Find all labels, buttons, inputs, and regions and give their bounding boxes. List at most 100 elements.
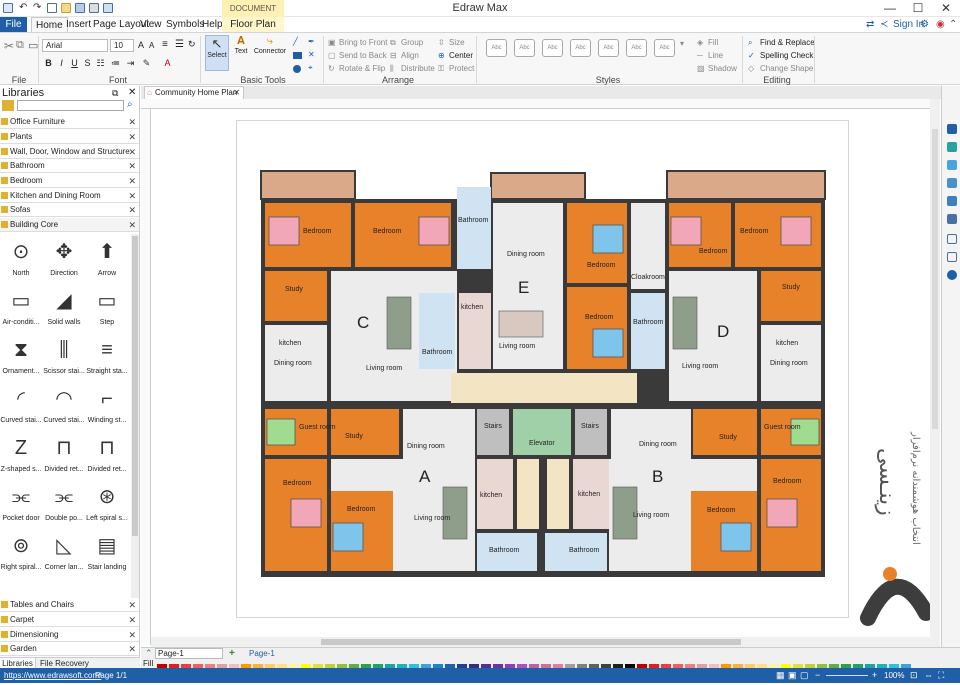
shape-arrow[interactable]: ⬆ Arrow — [86, 238, 128, 277]
paste-icon[interactable]: ▭ — [28, 39, 38, 52]
category-bedroom[interactable]: Bedroom ✕ — [0, 174, 139, 188]
fill-button[interactable]: Fill — [708, 38, 718, 47]
crop-tool-icon[interactable]: ✕ — [308, 50, 315, 59]
libraries-close-icon[interactable]: ✕ — [128, 87, 136, 98]
undo-icon[interactable]: ↶ — [19, 3, 29, 13]
italic-button[interactable]: I — [56, 58, 67, 69]
rectangle-tool-icon[interactable] — [293, 52, 302, 59]
category-wall-door-window[interactable]: Wall, Door, Window and Structure ✕ — [0, 145, 139, 159]
zoom-in-button[interactable]: + — [872, 668, 877, 683]
view-full-icon[interactable]: ▢ — [800, 668, 809, 683]
category-tables-chairs[interactable]: Tables and Chairs ✕ — [0, 598, 139, 612]
align-button[interactable]: Align — [401, 51, 419, 60]
collapse-ribbon-icon[interactable]: ⌃ — [949, 19, 957, 30]
category-sofas[interactable]: Sofas ✕ — [0, 203, 139, 217]
new-icon[interactable] — [47, 3, 57, 13]
shape-z-shaped-s[interactable]: Z Z-shaped s... — [0, 434, 42, 473]
shadow-button[interactable]: Shadow — [708, 64, 737, 73]
shape-divided-ret[interactable]: ⊓ Divided ret... — [86, 434, 128, 473]
send-to-back-button[interactable]: Send to Back — [339, 51, 387, 60]
shape-left-spiral-s[interactable]: ⊛ Left spiral s... — [86, 483, 128, 522]
indent-icon[interactable]: ⇥ — [125, 58, 136, 69]
drawing-page[interactable]: Bedroom Bedroom Bathroom Dining room Bed… — [236, 120, 849, 618]
open-icon[interactable] — [61, 3, 71, 13]
grow-font-icon[interactable]: A — [138, 40, 144, 50]
style-swatch-4[interactable]: Abc — [570, 39, 591, 57]
shape-direction[interactable]: ✥ Direction — [43, 238, 85, 277]
shape-curved-stai[interactable]: ◜ Curved stai... — [0, 385, 42, 424]
category-carpet[interactable]: Carpet ✕ — [0, 613, 139, 627]
feedback-icon[interactable]: ⇄ — [866, 19, 874, 30]
page-nav-icon[interactable]: ⌃ — [145, 648, 153, 659]
hyperlink-panel-icon[interactable] — [947, 234, 957, 244]
distribute-button[interactable]: Distribute — [401, 64, 435, 73]
text-button[interactable]: 𝐀 Text — [231, 35, 251, 71]
shape-north[interactable]: ⊙ North — [0, 238, 42, 277]
shape-corner-lan[interactable]: ◺ Corner lan... — [43, 532, 85, 571]
close-window-button[interactable]: ✕ — [936, 1, 956, 15]
shrink-font-icon[interactable]: A — [149, 41, 154, 50]
category-dimensioning[interactable]: Dimensioning ✕ — [0, 628, 139, 642]
view-fit-icon[interactable]: ▣ — [788, 668, 797, 683]
styles-more-icon[interactable]: ▾ — [680, 39, 684, 48]
fit-page-icon[interactable]: ⊡ — [910, 668, 918, 683]
format-panel-icon[interactable] — [947, 124, 957, 134]
vertical-scrollbar[interactable] — [930, 99, 940, 639]
connector-button[interactable]: ⤷ Connector — [253, 35, 287, 71]
fit-width-icon[interactable]: ⇔ — [924, 668, 933, 683]
rotate-text-icon[interactable]: ↻ — [188, 39, 196, 50]
shape-winding-st[interactable]: ⌐ Winding st... — [86, 385, 128, 424]
align-text-icon[interactable]: ≡ — [162, 39, 168, 50]
export-icon[interactable] — [103, 3, 113, 13]
line-button[interactable]: Line — [708, 51, 723, 60]
help-panel-icon[interactable] — [947, 270, 957, 280]
style-swatch-2[interactable]: Abc — [514, 39, 535, 57]
tab-floor-plan[interactable]: Floor Plan — [222, 17, 284, 32]
search-icon[interactable]: ⌕ — [127, 99, 133, 110]
libraries-options-icon[interactable]: ⧉ — [112, 88, 118, 99]
library-scrollbar[interactable] — [131, 234, 139, 599]
select-button[interactable]: ↖ Select — [205, 35, 229, 71]
group-button[interactable]: Group — [401, 38, 423, 47]
underline-button[interactable]: U — [69, 58, 80, 69]
data-panel-icon[interactable] — [947, 214, 957, 224]
fullscreen-icon[interactable]: ⛶ — [938, 668, 944, 683]
point-tool-icon[interactable]: ⌖ — [308, 63, 313, 73]
page-select[interactable]: Page-1 — [155, 648, 223, 659]
shape-scissor-stai[interactable]: ⫼ Scissor stai... — [43, 336, 85, 375]
shape-divided-ret[interactable]: ⊓ Divided ret... — [43, 434, 85, 473]
protect-button[interactable]: Protect — [449, 64, 474, 73]
library-menu-icon[interactable] — [2, 100, 14, 111]
category-garden[interactable]: Garden ✕ — [0, 642, 139, 656]
layers-panel-icon[interactable] — [947, 178, 957, 188]
comment-panel-icon[interactable] — [947, 252, 957, 262]
line-tool-icon[interactable]: ╱ — [293, 37, 298, 46]
cut-icon[interactable]: ✂ — [4, 39, 14, 53]
zoom-out-button[interactable]: − — [815, 668, 820, 683]
shape-curved-stai[interactable]: ◠ Curved stai... — [43, 385, 85, 424]
shape-step[interactable]: ▭ Step — [86, 287, 128, 326]
image-panel-icon[interactable] — [947, 160, 957, 170]
zoom-slider[interactable] — [826, 675, 868, 676]
spelling-check-button[interactable]: Spelling Check — [760, 51, 813, 60]
category-building-core[interactable]: Building Core ✕ — [0, 218, 139, 232]
bullet-list-icon[interactable]: ☷ — [95, 58, 106, 69]
page-tab[interactable]: Page-1 — [249, 648, 275, 660]
save-icon[interactable] — [75, 3, 85, 13]
style-swatch-6[interactable]: Abc — [626, 39, 647, 57]
size-button[interactable]: Size — [449, 38, 465, 47]
ellipse-tool-icon[interactable] — [293, 65, 301, 73]
shape-solid-walls[interactable]: ◢ Solid walls — [43, 287, 85, 326]
horizontal-scrollbar[interactable] — [151, 637, 940, 647]
highlight-icon[interactable]: ✎ — [141, 58, 152, 69]
font-size-select[interactable]: 10 — [110, 39, 134, 52]
theme-icon[interactable]: ◉ — [936, 19, 945, 30]
style-swatch-3[interactable]: Abc — [542, 39, 563, 57]
category-bathroom[interactable]: Bathroom ✕ — [0, 159, 139, 173]
category-plants[interactable]: Plants ✕ — [0, 130, 139, 144]
shape-air-conditi[interactable]: ▭ Air-conditi... — [0, 287, 42, 326]
share-icon[interactable]: ≺ — [880, 19, 888, 30]
add-page-button[interactable]: + — [229, 648, 235, 659]
pen-tool-icon[interactable]: ✒ — [308, 37, 315, 46]
document-tab-close-icon[interactable]: ✕ — [233, 87, 240, 99]
